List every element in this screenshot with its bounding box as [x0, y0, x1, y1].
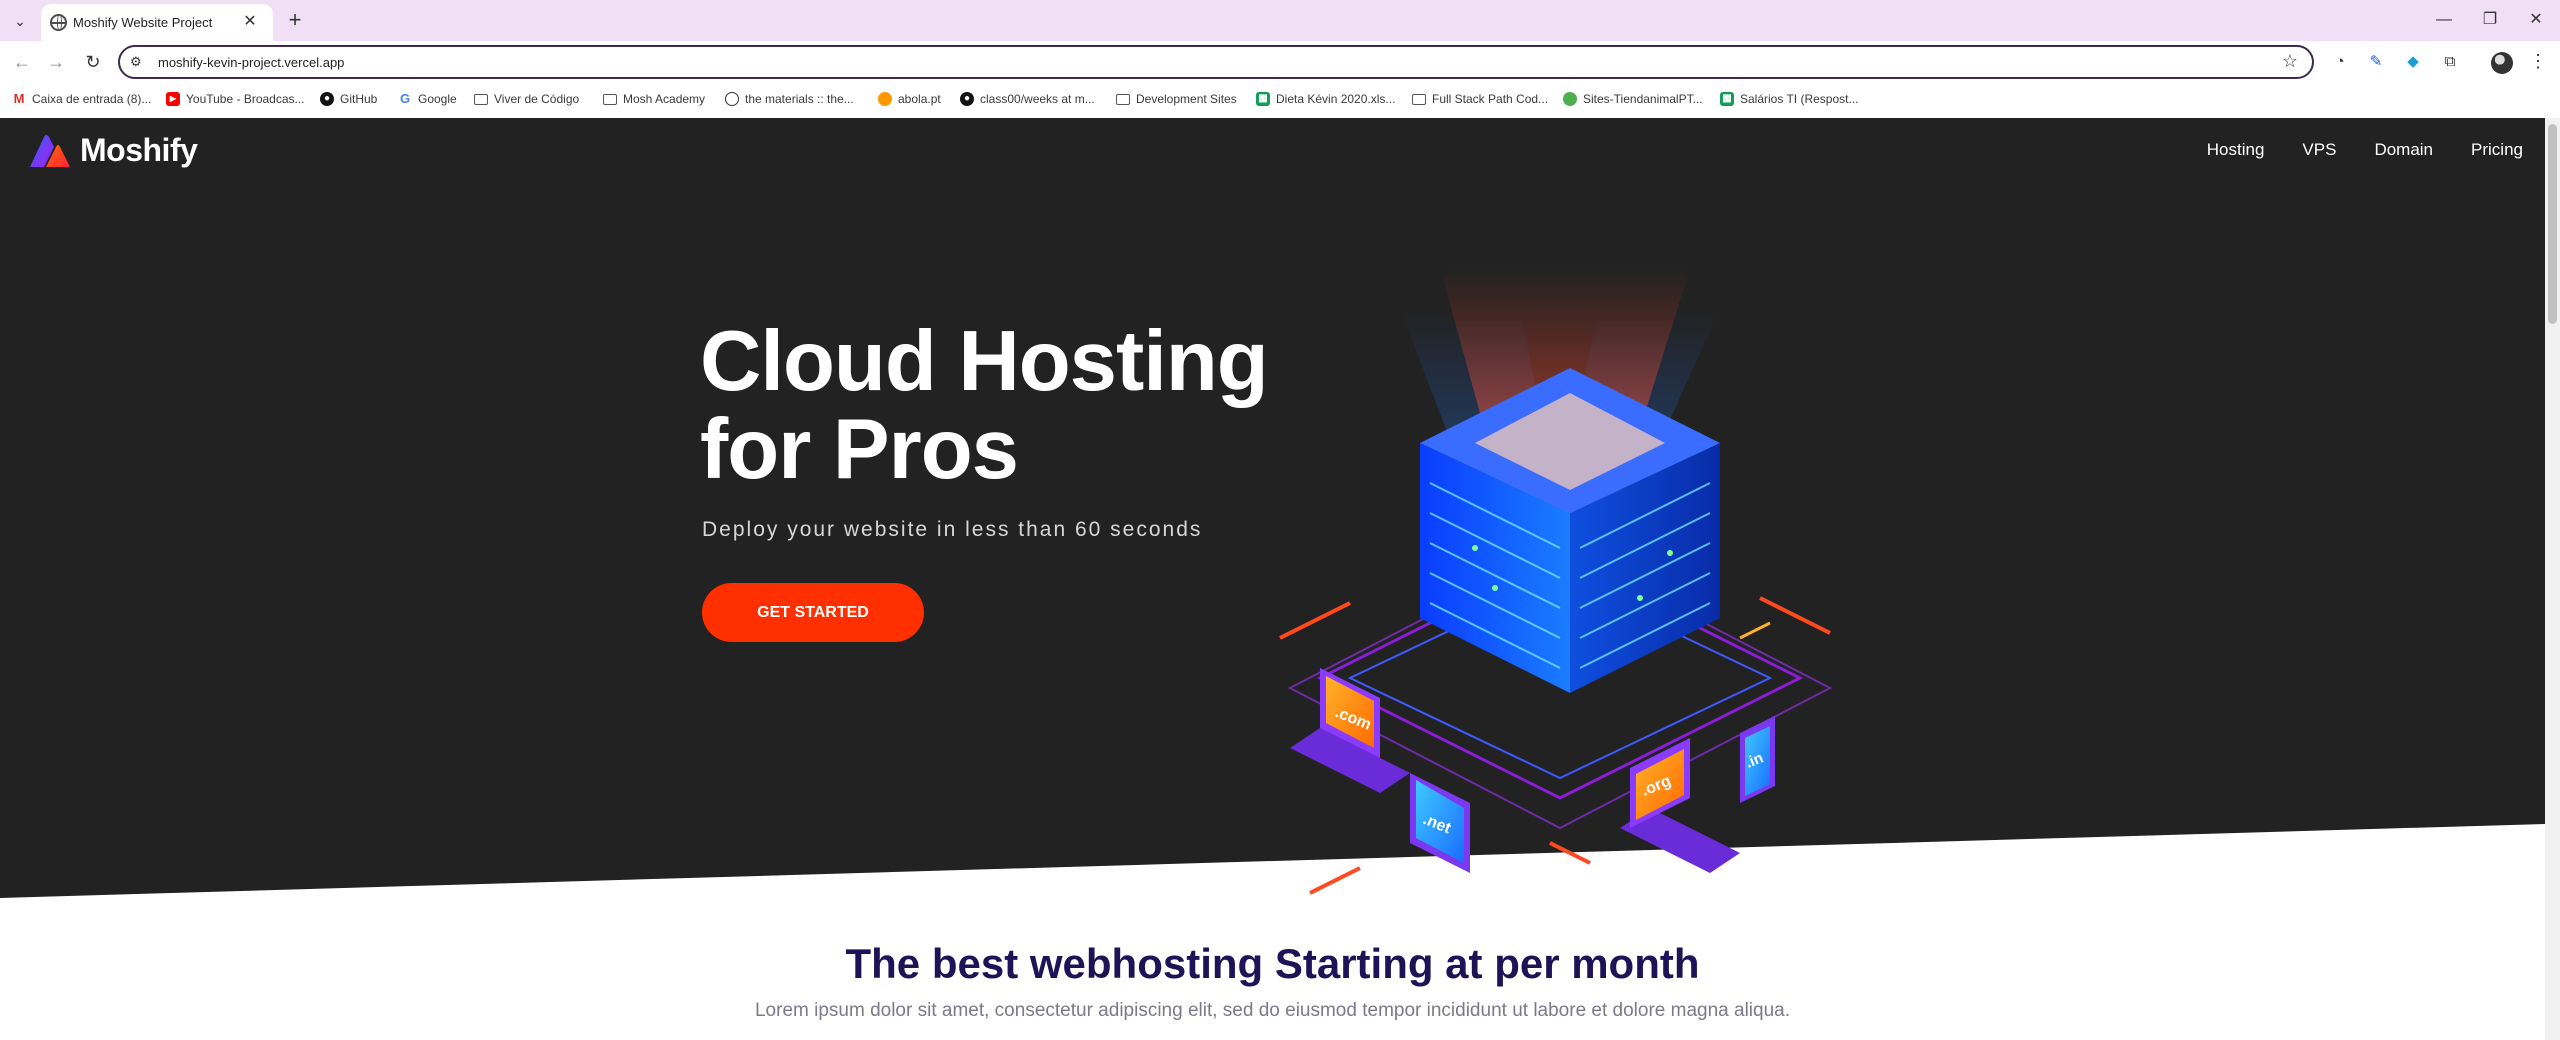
- sheets-icon: ▦: [1256, 92, 1270, 106]
- reload-icon[interactable]: ↻: [80, 49, 106, 75]
- google-icon: G: [398, 91, 412, 106]
- back-arrow-icon[interactable]: ←: [9, 49, 35, 75]
- folder-icon: [1412, 93, 1426, 105]
- bookmark-label: Google: [418, 92, 457, 106]
- github-icon: ●: [960, 92, 974, 106]
- nav-hosting[interactable]: Hosting: [2207, 140, 2265, 160]
- bookmark-label: YouTube - Broadcas...: [186, 92, 305, 106]
- pen-extension-icon[interactable]: ✎: [2366, 52, 2386, 72]
- nav-pricing[interactable]: Pricing: [2471, 140, 2523, 160]
- bookmark-folder-dev[interactable]: Development Sites: [1116, 92, 1237, 106]
- bookmark-label: Mosh Academy: [623, 92, 706, 106]
- new-tab-icon[interactable]: +: [281, 8, 309, 32]
- bookmark-youtube[interactable]: ▶ YouTube - Broadcas...: [166, 92, 305, 106]
- sites-icon: [1563, 92, 1577, 106]
- minimize-icon[interactable]: —: [2422, 6, 2466, 34]
- bookmark-dieta[interactable]: ▦ Dieta Kévin 2020.xls...: [1256, 92, 1395, 106]
- server-illustration: .com .net .org .in: [1279, 268, 1833, 895]
- bookmark-label: the materials :: the...: [745, 92, 854, 106]
- hero-title: Cloud Hosting for Pros: [700, 318, 1340, 494]
- bookmark-folder-viver[interactable]: Viver de Código: [474, 92, 579, 106]
- address-bar[interactable]: ⚙ moshify-kevin-project.vercel.app ☆: [118, 45, 2314, 79]
- webpage: Moshify Hosting VPS Domain Pricing Cloud…: [0, 118, 2545, 1040]
- bookmark-label: Full Stack Path Cod...: [1432, 92, 1549, 106]
- bookmark-gmail[interactable]: M Caixa de entrada (8)...: [12, 92, 151, 106]
- bookmark-google[interactable]: G Google: [398, 92, 457, 106]
- moshify-logo-icon: [30, 134, 70, 167]
- brand-name: Moshify: [80, 132, 198, 168]
- bookmark-label: GitHub: [340, 92, 378, 106]
- get-started-button[interactable]: GET STARTED: [702, 583, 924, 642]
- main-nav: Hosting VPS Domain Pricing: [2207, 140, 2523, 160]
- bookmarks-bar: M Caixa de entrada (8)... ▶ YouTube - Br…: [0, 82, 2560, 118]
- hero-title-line-2: for Pros: [700, 402, 1019, 497]
- bookmark-label: class00/weeks at m...: [980, 92, 1095, 106]
- close-tab-icon[interactable]: ✕: [239, 11, 261, 33]
- bookmark-label: Salários TI (Respost...: [1740, 92, 1859, 106]
- url-text[interactable]: moshify-kevin-project.vercel.app: [158, 55, 344, 70]
- folder-icon: [474, 93, 488, 105]
- globe-icon: [50, 14, 67, 31]
- gmail-icon: M: [12, 91, 26, 106]
- bookmark-class00[interactable]: ● class00/weeks at m...: [960, 92, 1095, 106]
- bookmark-label: Sites-TiendanimalPT...: [1583, 92, 1703, 106]
- active-tab[interactable]: Moshify Website Project ✕: [41, 4, 273, 41]
- scrollbar-thumb[interactable]: [2548, 124, 2557, 324]
- sheets-icon: ▦: [1720, 92, 1734, 106]
- section-description: Lorem ipsum dolor sit amet, consectetur …: [754, 1000, 1790, 1021]
- tab-search-chevron-icon[interactable]: ⌄: [8, 9, 32, 33]
- bookmark-github[interactable]: ● GitHub: [320, 92, 377, 106]
- browser-toolbar: ← → ↻ ⚙ moshify-kevin-project.vercel.app…: [0, 41, 2560, 82]
- bookmark-folder-fullstack[interactable]: Full Stack Path Cod...: [1412, 92, 1548, 106]
- folder-icon: [1116, 93, 1130, 105]
- section-title: The best webhosting Starting at per mont…: [845, 940, 1700, 987]
- browser-menu-icon[interactable]: ⋮: [2528, 51, 2548, 72]
- bookmark-star-icon[interactable]: ☆: [2282, 51, 2298, 72]
- in-phone-icon: .in: [1740, 716, 1775, 803]
- bookmark-label: Viver de Código: [494, 92, 580, 106]
- brand-logo[interactable]: Moshify: [28, 132, 198, 169]
- bookmark-label: Development Sites: [1136, 92, 1237, 106]
- bookmark-materials[interactable]: the materials :: the...: [725, 92, 854, 106]
- bookmark-folder-mosh[interactable]: Mosh Academy: [603, 92, 705, 106]
- nav-vps[interactable]: VPS: [2302, 140, 2336, 160]
- hero-title-line-1: Cloud Hosting: [700, 314, 1269, 409]
- extensions-puzzle-icon[interactable]: ⧉: [2440, 52, 2460, 72]
- com-laptop-icon: .com: [1290, 668, 1410, 793]
- bookmark-label: abola.pt: [898, 92, 941, 106]
- hero-subtitle: Deploy your website in less than 60 seco…: [702, 518, 1203, 541]
- restore-icon[interactable]: ❐: [2468, 6, 2512, 34]
- bookmark-sites-tiendanimal[interactable]: Sites-TiendanimalPT...: [1563, 92, 1703, 106]
- youtube-icon: ▶: [166, 92, 180, 106]
- bookmark-label: Dieta Kévin 2020.xls...: [1276, 92, 1396, 106]
- folder-icon: [603, 93, 617, 105]
- bookmark-label: Caixa de entrada (8)...: [32, 92, 152, 106]
- profile-avatar[interactable]: [2491, 52, 2513, 74]
- abola-icon: [878, 92, 892, 106]
- globe-icon: [725, 92, 739, 106]
- performance-icon[interactable]: ◔: [2330, 52, 2350, 72]
- github-icon: ●: [320, 92, 334, 106]
- forward-arrow-icon[interactable]: →: [43, 49, 69, 75]
- nav-domain[interactable]: Domain: [2374, 140, 2433, 160]
- bookmark-abola[interactable]: abola.pt: [878, 92, 941, 106]
- tab-strip: ⌄ Moshify Website Project ✕ + — ❐ ✕: [0, 0, 2560, 41]
- window-close-icon[interactable]: ✕: [2514, 6, 2558, 34]
- page-scrollbar[interactable]: [2545, 118, 2560, 1040]
- net-tablet-icon: .net: [1410, 773, 1470, 873]
- tab-title: Moshify Website Project: [73, 15, 213, 30]
- bookmark-salarios[interactable]: ▦ Salários TI (Respost...: [1720, 92, 1859, 106]
- site-info-icon[interactable]: ⚙: [130, 54, 148, 70]
- extension-badge-icon[interactable]: ◆: [2403, 52, 2423, 72]
